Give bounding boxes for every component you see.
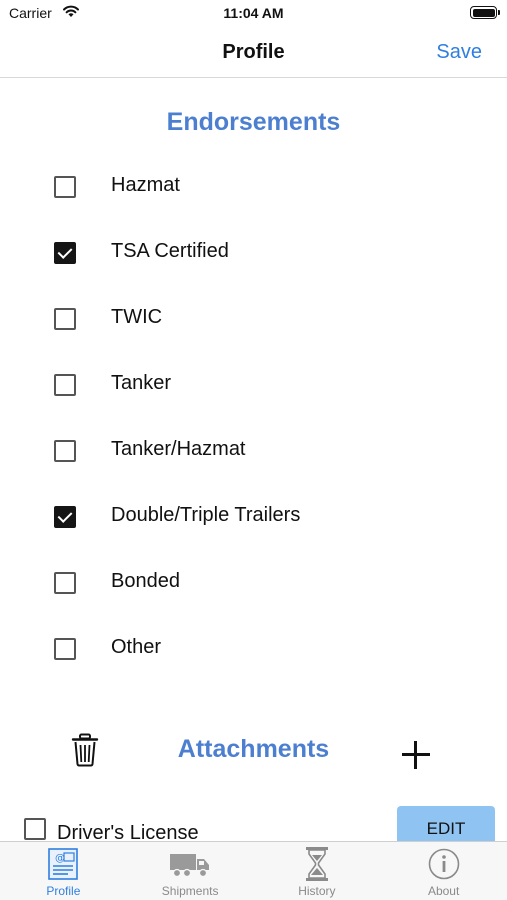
endorsements-heading: Endorsements (166, 108, 341, 136)
save-button[interactable]: Save (436, 41, 482, 64)
profile-card-icon: @ (48, 848, 79, 880)
endorsement-checkbox[interactable] (54, 374, 76, 396)
endorsement-item-tanker[interactable]: Tanker (0, 352, 507, 418)
battery-icon (470, 6, 500, 19)
endorsement-label: Tanker (111, 372, 172, 394)
endorsement-checkbox[interactable] (54, 440, 76, 462)
tab-label: History (298, 884, 336, 898)
endorsement-item-twic[interactable]: TWIC (0, 286, 507, 352)
attachments-header: Attachments (0, 725, 507, 781)
add-attachment-icon[interactable] (402, 741, 430, 769)
page-title: Profile (222, 41, 285, 63)
endorsement-label: Hazmat (111, 174, 180, 196)
attachment-checkbox[interactable] (24, 818, 46, 840)
endorsement-label: Other (111, 636, 162, 658)
endorsement-checkbox[interactable] (54, 638, 76, 660)
endorsement-checkbox[interactable] (54, 506, 76, 528)
tab-shipments[interactable]: Shipments (127, 842, 254, 900)
status-bar: Carrier 11:04 AM (0, 0, 507, 28)
endorsement-label: TWIC (111, 306, 163, 328)
endorsement-label: Double/Triple Trailers (111, 504, 301, 526)
truck-icon (170, 854, 210, 878)
endorsement-item-double-triple-trailers[interactable]: Double/Triple Trailers (0, 484, 507, 550)
nav-bar: Profile Save (0, 28, 507, 78)
endorsement-item-bonded[interactable]: Bonded (0, 550, 507, 616)
endorsement-label: Tanker/Hazmat (111, 438, 246, 460)
tab-bar: @ Profile Shipments History About (0, 841, 507, 900)
endorsement-item-hazmat[interactable]: Hazmat (0, 154, 507, 220)
tab-profile[interactable]: @ Profile (0, 842, 127, 900)
endorsement-item-other[interactable]: Other (0, 616, 507, 682)
attachment-item-drivers-license[interactable]: Driver's License EDIT (0, 806, 507, 852)
hourglass-icon (305, 847, 328, 881)
endorsement-label: Bonded (111, 570, 180, 592)
endorsement-checkbox[interactable] (54, 176, 76, 198)
info-icon (428, 848, 459, 880)
tab-history[interactable]: History (254, 842, 381, 900)
endorsement-list: Hazmat TSA Certified TWIC Tanker Tanker/… (0, 154, 507, 682)
endorsement-checkbox[interactable] (54, 242, 76, 264)
endorsement-item-tsa-certified[interactable]: TSA Certified (0, 220, 507, 286)
tab-label: Profile (46, 884, 81, 898)
endorsement-item-tanker-hazmat[interactable]: Tanker/Hazmat (0, 418, 507, 484)
status-time: 11:04 AM (223, 5, 284, 21)
tab-label: Shipments (161, 884, 219, 898)
attachments-heading: Attachments (177, 735, 330, 763)
tab-about[interactable]: About (380, 842, 507, 900)
endorsement-label: TSA Certified (111, 240, 229, 262)
endorsement-checkbox[interactable] (54, 572, 76, 594)
endorsement-checkbox[interactable] (54, 308, 76, 330)
tab-label: About (427, 884, 460, 898)
